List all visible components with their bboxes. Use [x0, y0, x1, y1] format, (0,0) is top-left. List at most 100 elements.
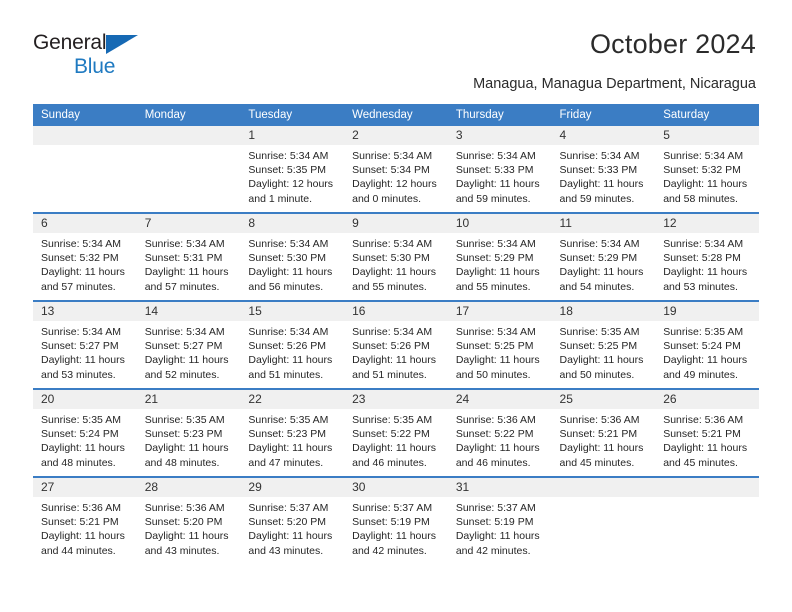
daylight-text-line2: and 48 minutes. [41, 456, 116, 469]
daylight-text-line1: Daylight: 11 hours [41, 266, 125, 279]
day-cell[interactable]: Sunrise: 5:34 AM Sunset: 5:25 PM Daylight:… [447, 321, 552, 388]
day-number[interactable]: 12 [655, 214, 759, 233]
daylight-text-line1: Daylight: 11 hours [144, 266, 229, 279]
day-number[interactable]: 5 [655, 126, 759, 145]
day-number[interactable]: 22 [240, 390, 345, 409]
sunset-text: Sunset: 5:22 PM [352, 428, 430, 441]
logo-general-text: General [33, 31, 107, 54]
day-cell[interactable]: Sunrise: 5:36 AM Sunset: 5:21 PM Daylight:… [655, 409, 759, 476]
daylight-text-line1: Daylight: 11 hours [144, 530, 229, 543]
day-cell[interactable]: Sunrise: 5:34 AM Sunset: 5:27 PM Daylight:… [33, 321, 137, 388]
day-cell[interactable]: Sunrise: 5:34 AM Sunset: 5:32 PM Daylight:… [33, 233, 137, 300]
day-number[interactable]: 30 [344, 478, 448, 497]
day-cell[interactable]: Sunrise: 5:34 AM Sunset: 5:26 PM Daylight:… [344, 321, 448, 388]
day-number[interactable]: 17 [447, 302, 552, 321]
day-number[interactable]: 1 [240, 126, 345, 145]
sunset-text: Sunset: 5:21 PM [41, 516, 119, 529]
daylight-text-line2: and 59 minutes. [559, 192, 635, 205]
day-cell[interactable]: Sunrise: 5:34 AM Sunset: 5:30 PM Daylight:… [344, 233, 448, 300]
day-number[interactable]: 13 [33, 302, 137, 321]
day-number[interactable]: 7 [136, 214, 241, 233]
day-number[interactable]: 23 [344, 390, 448, 409]
weekday-header-friday: Friday [551, 104, 656, 126]
day-number[interactable]: 14 [136, 302, 241, 321]
day-cell[interactable]: Sunrise: 5:35 AM Sunset: 5:23 PM Daylight:… [240, 409, 345, 476]
day-number[interactable]: 19 [655, 302, 759, 321]
sunset-text: Sunset: 5:34 PM [352, 164, 430, 177]
day-number[interactable]: 28 [136, 478, 241, 497]
day-cell[interactable]: Sunrise: 5:35 AM Sunset: 5:24 PM Daylight:… [33, 409, 137, 476]
day-number[interactable]: 29 [240, 478, 345, 497]
sunset-text: Sunset: 5:27 PM [144, 340, 223, 353]
week-daynumber-row: 6 7 8 9 10 11 12 [33, 214, 759, 233]
daylight-text-line2: and 51 minutes. [248, 368, 324, 381]
daylight-text-line2: and 0 minutes. [352, 192, 421, 205]
daylight-text-line1: Daylight: 11 hours [663, 442, 748, 455]
day-number[interactable]: 20 [33, 390, 137, 409]
day-number[interactable]: 8 [240, 214, 345, 233]
day-cell[interactable]: Sunrise: 5:35 AM Sunset: 5:24 PM Daylight:… [655, 321, 759, 388]
day-cell[interactable]: Sunrise: 5:35 AM Sunset: 5:22 PM Daylight:… [344, 409, 448, 476]
day-cell[interactable]: Sunrise: 5:37 AM Sunset: 5:20 PM Daylight:… [240, 497, 345, 564]
day-number[interactable]: 27 [33, 478, 137, 497]
day-cell[interactable]: Sunrise: 5:34 AM Sunset: 5:30 PM Daylight:… [240, 233, 345, 300]
daylight-text-line1: Daylight: 11 hours [248, 354, 333, 367]
sunrise-text: Sunrise: 5:34 AM [248, 326, 329, 338]
sunset-text: Sunset: 5:28 PM [663, 252, 741, 265]
day-cell[interactable]: Sunrise: 5:37 AM Sunset: 5:19 PM Daylight:… [344, 497, 448, 564]
day-cell[interactable]: Sunrise: 5:34 AM Sunset: 5:32 PM Daylight:… [655, 145, 759, 212]
sunset-text: Sunset: 5:29 PM [455, 252, 534, 265]
day-cell[interactable]: Sunrise: 5:35 AM Sunset: 5:25 PM Daylight:… [551, 321, 656, 388]
day-number[interactable]: 26 [655, 390, 759, 409]
day-number[interactable]: 21 [136, 390, 241, 409]
sunset-text: Sunset: 5:23 PM [248, 428, 327, 441]
day-number[interactable]: 10 [447, 214, 552, 233]
daylight-text-line1: Daylight: 12 hours [352, 178, 437, 191]
day-cell[interactable]: Sunrise: 5:36 AM Sunset: 5:20 PM Daylight:… [136, 497, 241, 564]
daylight-text-line1: Daylight: 11 hours [248, 266, 333, 279]
day-number[interactable]: 31 [447, 478, 552, 497]
daylight-text-line1: Daylight: 11 hours [663, 354, 748, 367]
day-cell[interactable]: Sunrise: 5:36 AM Sunset: 5:22 PM Daylight:… [447, 409, 552, 476]
sunset-text: Sunset: 5:26 PM [352, 340, 430, 353]
sunset-text: Sunset: 5:21 PM [663, 428, 741, 441]
day-number[interactable]: 2 [344, 126, 448, 145]
day-cell[interactable]: Sunrise: 5:36 AM Sunset: 5:21 PM Daylight:… [551, 409, 656, 476]
day-number[interactable]: 15 [240, 302, 345, 321]
day-number[interactable]: 9 [344, 214, 448, 233]
day-cell[interactable]: Sunrise: 5:34 AM Sunset: 5:33 PM Daylight:… [551, 145, 656, 212]
day-cell[interactable]: Sunrise: 5:34 AM Sunset: 5:27 PM Daylight:… [136, 321, 241, 388]
day-number[interactable]: 6 [33, 214, 137, 233]
day-cell[interactable]: Sunrise: 5:34 AM Sunset: 5:35 PM Daylight:… [240, 145, 345, 212]
day-cell[interactable]: Sunrise: 5:36 AM Sunset: 5:21 PM Daylight:… [33, 497, 137, 564]
day-cell[interactable]: Sunrise: 5:34 AM Sunset: 5:29 PM Daylight:… [551, 233, 656, 300]
sunrise-text: Sunrise: 5:35 AM [144, 414, 225, 426]
day-number-empty [136, 126, 241, 145]
sunset-text: Sunset: 5:27 PM [41, 340, 119, 353]
day-cell[interactable]: Sunrise: 5:35 AM Sunset: 5:23 PM Daylight:… [136, 409, 241, 476]
day-cell[interactable]: Sunrise: 5:37 AM Sunset: 5:19 PM Daylight:… [447, 497, 552, 564]
day-number[interactable]: 18 [551, 302, 656, 321]
sunset-text: Sunset: 5:24 PM [41, 428, 119, 441]
day-number[interactable]: 25 [551, 390, 656, 409]
day-cell[interactable]: Sunrise: 5:34 AM Sunset: 5:34 PM Daylight:… [344, 145, 448, 212]
day-number[interactable]: 24 [447, 390, 552, 409]
day-cell[interactable]: Sunrise: 5:34 AM Sunset: 5:29 PM Daylight:… [447, 233, 552, 300]
daylight-text-line1: Daylight: 11 hours [41, 530, 125, 543]
daylight-text-line1: Daylight: 11 hours [352, 442, 436, 455]
weekday-header-sunday: Sunday [33, 104, 137, 126]
day-number[interactable]: 11 [551, 214, 656, 233]
day-cell[interactable]: Sunrise: 5:34 AM Sunset: 5:33 PM Daylight:… [447, 145, 552, 212]
day-number[interactable]: 16 [344, 302, 448, 321]
day-cell-empty [33, 145, 137, 212]
day-number[interactable]: 4 [551, 126, 656, 145]
sunrise-text: Sunrise: 5:34 AM [559, 150, 640, 162]
sunrise-text: Sunrise: 5:34 AM [455, 238, 536, 250]
day-number[interactable]: 3 [447, 126, 552, 145]
sunset-text: Sunset: 5:31 PM [144, 252, 223, 265]
day-cell[interactable]: Sunrise: 5:34 AM Sunset: 5:28 PM Daylight:… [655, 233, 759, 300]
day-cell[interactable]: Sunrise: 5:34 AM Sunset: 5:31 PM Daylight:… [136, 233, 241, 300]
sunset-text: Sunset: 5:25 PM [455, 340, 534, 353]
daylight-text-line2: and 45 minutes. [559, 456, 635, 469]
day-cell[interactable]: Sunrise: 5:34 AM Sunset: 5:26 PM Daylight:… [240, 321, 345, 388]
